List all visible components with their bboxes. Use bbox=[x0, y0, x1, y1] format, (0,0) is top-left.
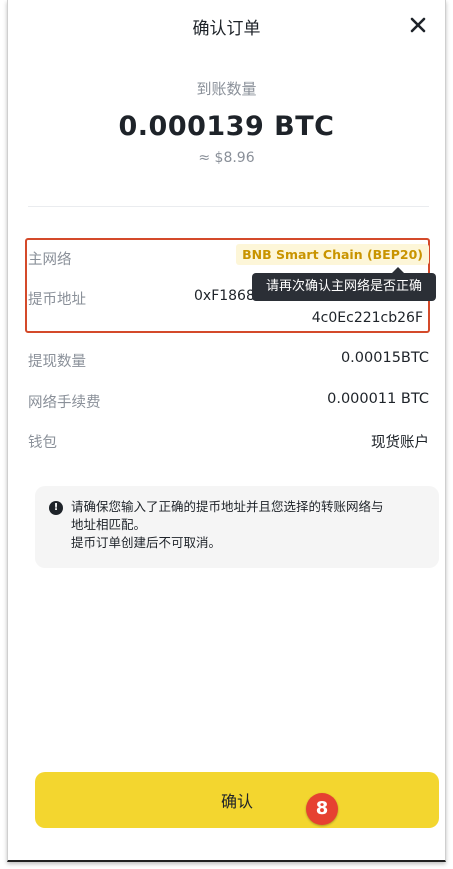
header: 确认订单 bbox=[8, 0, 445, 52]
wallet-label: 钱包 bbox=[28, 435, 57, 451]
notice-line-3: 提币订单创建后不可取消。 bbox=[71, 535, 222, 550]
warning-notice: ! 请确保您输入了正确的提币地址并且您选择的转账网络与 地址相匹配。 提币订单创… bbox=[35, 486, 439, 568]
page-title: 确认订单 bbox=[192, 19, 261, 39]
receive-amount-fiat: ≈ $8.96 bbox=[198, 150, 255, 166]
network-tooltip: 请再次确认主网络是否正确 bbox=[252, 267, 436, 301]
tooltip-arrow bbox=[392, 267, 404, 273]
divider bbox=[28, 206, 429, 207]
receive-amount-value: 0.000139 BTC bbox=[118, 111, 335, 142]
close-icon[interactable] bbox=[407, 14, 429, 36]
exclamation-icon: ! bbox=[49, 501, 63, 515]
wallet-value: 现货账户 bbox=[371, 435, 429, 451]
network-label: 主网络 bbox=[28, 252, 72, 268]
withdraw-amount-label: 提现数量 bbox=[28, 354, 86, 370]
address-value-line1: 0xF1868 bbox=[194, 288, 255, 304]
network-fee-value: 0.000011 BTC bbox=[327, 391, 429, 407]
network-badge: BNB Smart Chain (BEP20) bbox=[236, 244, 429, 265]
withdraw-amount-value: 0.00015BTC bbox=[340, 350, 429, 366]
address-label: 提币地址 bbox=[28, 292, 86, 308]
notice-line-1: 请确保您输入了正确的提币地址并且您选择的转账网络与 bbox=[71, 499, 384, 514]
confirm-button[interactable]: 确认 bbox=[35, 772, 439, 828]
step-number-badge: 8 bbox=[306, 793, 338, 825]
network-fee-label: 网络手续费 bbox=[28, 395, 101, 411]
address-value-line2: 4c0Ec221cb26F bbox=[311, 310, 423, 326]
receive-amount-label: 到账数量 bbox=[196, 80, 257, 98]
confirm-order-sheet: 确认订单 到账数量 0.000139 BTC ≈ $8.96 主网络 BNB S… bbox=[7, 0, 446, 862]
receive-amount-block: 到账数量 0.000139 BTC ≈ $8.96 bbox=[8, 78, 445, 166]
notice-line-2: 地址相匹配。 bbox=[71, 517, 147, 532]
tooltip-text: 请再次确认主网络是否正确 bbox=[265, 279, 422, 294]
